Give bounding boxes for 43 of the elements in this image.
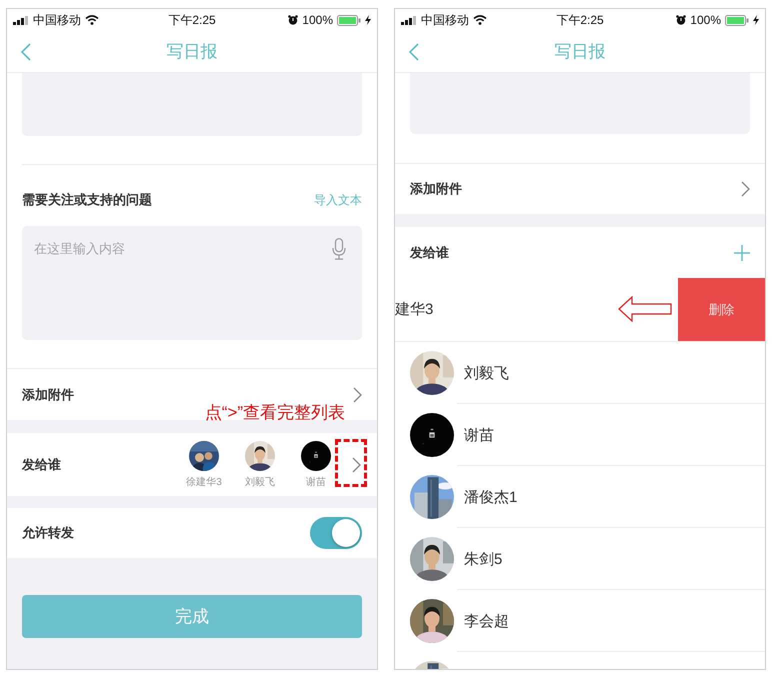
chevron-right-icon <box>353 386 362 402</box>
battery-icon <box>725 14 749 26</box>
screen-title: 写日报 <box>554 41 606 63</box>
highlight-frame <box>335 439 367 487</box>
alarm-clock-icon <box>288 15 298 25</box>
recipient-name: 徐建华3 <box>186 476 222 488</box>
status-time: 下午2:25 <box>168 12 216 28</box>
signal-icon <box>13 16 29 24</box>
recipient-name: 谢苗 <box>306 476 326 488</box>
contact-row[interactable]: 李会超 <box>395 590 765 652</box>
contact-row[interactable]: 潘俊杰1 <box>395 466 765 528</box>
attachment-row[interactable]: 添加附件 <box>395 163 765 214</box>
microphone-icon <box>332 238 346 260</box>
chevron-right-icon <box>741 181 750 197</box>
contact-row[interactable]: 朱剑5 <box>395 528 765 590</box>
carrier-name: 中国移动 <box>33 12 81 28</box>
row-label: 发给谁 <box>22 456 61 474</box>
back-icon <box>409 42 419 60</box>
battery-percent: 100% <box>690 13 721 27</box>
battery-percent: 100% <box>302 13 333 27</box>
charging-bolt-icon <box>365 15 371 25</box>
contact-row[interactable]: 刘毅飞 <box>395 342 765 404</box>
arrow-annotation <box>618 296 672 322</box>
row-label: 允许转发 <box>22 524 74 542</box>
status-time: 下午2:25 <box>556 12 604 28</box>
screen-title: 写日报 <box>166 41 218 63</box>
plus-icon <box>734 244 750 260</box>
battery-icon <box>337 14 361 26</box>
section-label: 需要关注或支持的问题 <box>22 191 152 209</box>
carrier-name: 中国移动 <box>421 12 469 28</box>
wifi-icon <box>473 15 487 25</box>
signal-icon <box>401 16 417 24</box>
toggle-switch[interactable] <box>310 517 362 549</box>
wifi-icon <box>85 15 99 25</box>
recipient-name: 建华3 <box>395 300 434 319</box>
back-icon <box>21 42 31 60</box>
contact-row[interactable]: 谢苗 <box>395 404 765 466</box>
add-button[interactable] <box>734 244 750 260</box>
chevron-right-icon <box>352 456 361 472</box>
charging-bolt-icon <box>753 15 759 25</box>
alarm-clock-icon <box>676 15 686 25</box>
recipient-name: 刘毅飞 <box>245 476 275 488</box>
row-label: 发给谁 <box>410 244 449 262</box>
